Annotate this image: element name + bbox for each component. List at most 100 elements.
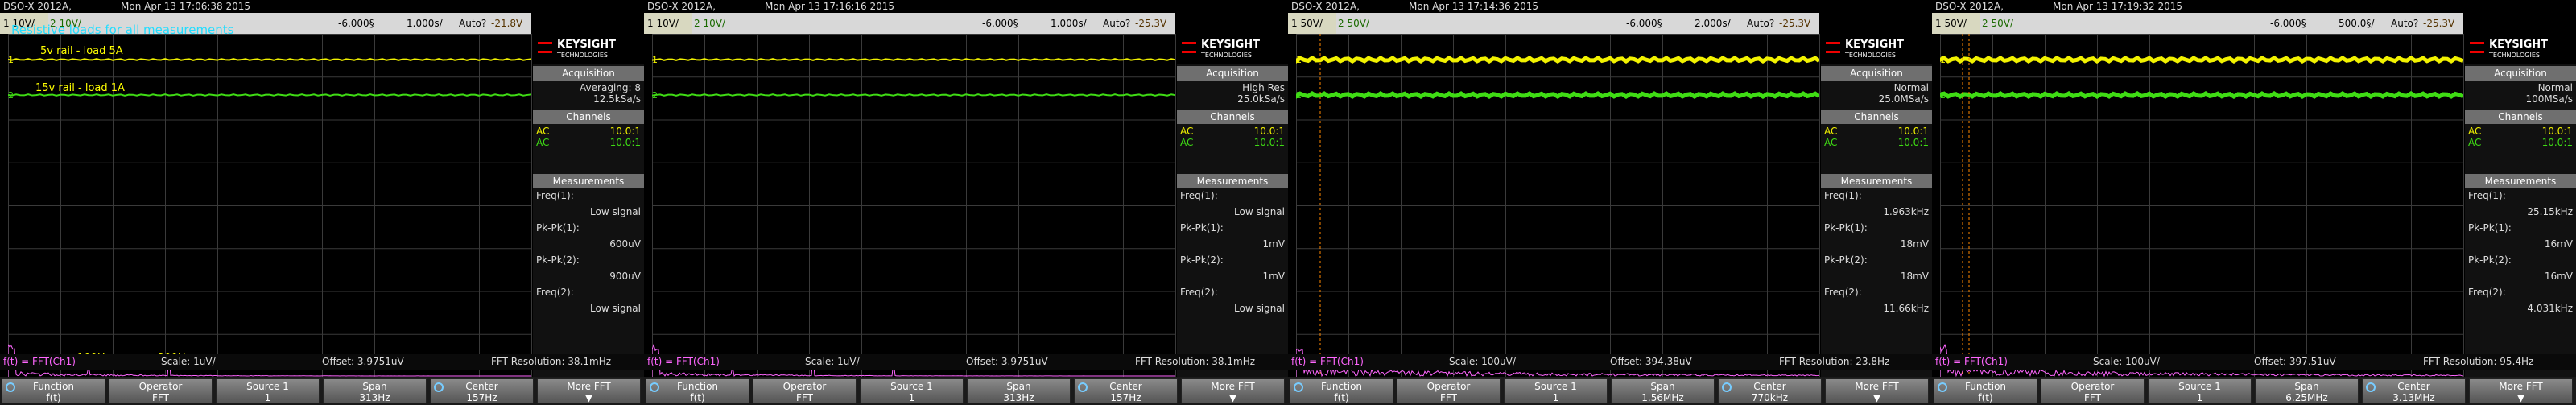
ch1-scale[interactable]: 1 50V/ (1291, 18, 1323, 29)
trigger-level[interactable]: -25.3V (1779, 18, 1810, 29)
time-scale[interactable]: 2.000s/ (1695, 18, 1731, 29)
measurement-row: 1mV (1180, 271, 1285, 282)
softkey-button[interactable]: Source 11 (216, 378, 320, 403)
softkey-button[interactable]: Span 1.56MHz (1611, 378, 1715, 403)
softkey-button[interactable]: Source 11 (860, 378, 964, 403)
model-label: DSO-X 2012A, (3, 1, 72, 12)
softkey-button[interactable]: Operator FFT (753, 378, 857, 403)
ch1-marker[interactable]: 1 (1296, 55, 1302, 65)
softkey-button[interactable]: Center 3.13MHz (2362, 378, 2466, 403)
ch1-marker[interactable]: 1 (8, 55, 14, 65)
channel-row: AC 10.0:1 (2468, 137, 2573, 148)
scope-panel: DSO-X 2012A, Mon Apr 13 17:19:32 2015 1 50… (1932, 0, 2576, 405)
time-scale[interactable]: 1.000s/ (1051, 18, 1087, 29)
brand-name: KEYSIGHT (1201, 39, 1260, 51)
measurement-row: Pk-Pk(1): (1180, 222, 1285, 233)
probe-ratio: 10.0:1 (2542, 126, 2573, 137)
softkey-button[interactable]: Function f(t) (1290, 378, 1393, 403)
measurement-value: Low signal (590, 303, 641, 314)
measurement-row: Pk-Pk(2): (536, 254, 641, 266)
ch2-scale[interactable]: 2 50V/ (1982, 18, 2013, 29)
measurement-row: 18mV (1824, 271, 1929, 282)
channel-row: AC 10.0:1 (536, 137, 641, 148)
trigger-mode[interactable]: Auto? (2391, 18, 2418, 29)
softkey-button[interactable]: Operator FFT (2041, 378, 2145, 403)
time-offset[interactable]: -6.000§ (2270, 18, 2306, 29)
brand-name: KEYSIGHT (2489, 39, 2548, 51)
softkey-button[interactable]: Function f(t) (1934, 378, 2037, 403)
softkey-button[interactable]: Source 11 (2148, 378, 2252, 403)
softkey-button[interactable]: More FFT ▼ (1181, 378, 1285, 403)
time-scale[interactable]: 1.000s/ (407, 18, 443, 29)
softkey-button[interactable]: Function f(t) (2, 378, 105, 403)
status-header: DSO-X 2012A, Mon Apr 13 17:14:36 2015 (1288, 0, 1932, 13)
channels-header: Channels (2465, 110, 2576, 124)
acq-mode: High Res (1242, 82, 1285, 93)
measurement-value: 4.031kHz (2527, 303, 2573, 314)
softkey-button[interactable]: Span 6.25MHz (2255, 378, 2359, 403)
keysight-logo-icon (538, 42, 552, 53)
sample-rate: 12.5kSa/s (593, 93, 641, 105)
softkey-button[interactable]: More FFT ▼ (2469, 378, 2573, 403)
softkey-title: More FFT (2470, 381, 2572, 392)
softkey-button[interactable]: Operator FFT (1397, 378, 1501, 403)
measurement-row: Freq(1): (536, 190, 641, 201)
softkey-button[interactable]: More FFT ▼ (537, 378, 641, 403)
measurement-value: 18mV (1901, 271, 1929, 282)
trigger-level[interactable]: -25.3V (2423, 18, 2454, 29)
ch1-marker[interactable]: 1 (652, 55, 658, 65)
ch2-marker[interactable]: 2 (1940, 90, 1946, 101)
softkey-button[interactable]: Span 313Hz (323, 378, 427, 403)
fft-resolution: FFT Resolution: 23.8Hz (1779, 356, 1889, 367)
time-offset[interactable]: -6.000§ (982, 18, 1018, 29)
softkey-button[interactable]: Source 11 (1504, 378, 1608, 403)
softkey-button[interactable]: Center 157Hz (1074, 378, 1178, 403)
measurement-label: Freq(2): (2468, 287, 2506, 298)
ch2-trace (1296, 93, 1819, 97)
keysight-logo: KEYSIGHT TECHNOLOGIES (533, 34, 644, 64)
measurement-row: Pk-Pk(1): (2468, 222, 2573, 233)
fft-offset: Offset: 397.51uV (2254, 356, 2336, 367)
measurements-header: Measurements (533, 174, 644, 188)
softkey-value: 1.56MHz (1612, 392, 1714, 403)
trigger-mode[interactable]: Auto? (459, 18, 486, 29)
measurement-row: 900uV (536, 271, 641, 282)
softkey-button[interactable]: Center 157Hz (430, 378, 534, 403)
measurement-label: Freq(1): (1824, 190, 1862, 201)
measurement-row: Freq(2): (2468, 287, 2573, 298)
trigger-level[interactable]: -25.3V (1135, 18, 1166, 29)
time-offset[interactable]: -6.000§ (1626, 18, 1662, 29)
ch2-marker[interactable]: 2 (1296, 90, 1302, 101)
softkey-button[interactable]: More FFT ▼ (1825, 378, 1929, 403)
time-offset[interactable]: -6.000§ (338, 18, 374, 29)
softkey-button[interactable]: Operator FFT (109, 378, 213, 403)
trigger-level[interactable]: -21.8V (491, 18, 522, 29)
fft-resolution: FFT Resolution: 38.1mHz (491, 356, 611, 367)
acq-mode: Averaging: 8 (580, 82, 641, 93)
softkey-button[interactable]: Span 313Hz (967, 378, 1071, 403)
time-scale[interactable]: 500.0§/ (2339, 18, 2374, 29)
measurement-value: 900uV (609, 271, 641, 282)
ch2-scale[interactable]: 2 50V/ (1338, 18, 1369, 29)
trigger-mode[interactable]: Auto? (1747, 18, 1774, 29)
softkey-button[interactable]: Function f(t) (646, 378, 749, 403)
fft-offset: Offset: 3.9751uV (966, 356, 1048, 367)
brand-name: KEYSIGHT (557, 39, 616, 51)
softkey-value: 1 (861, 392, 963, 403)
ch1-scale[interactable]: 1 10V/ (647, 18, 679, 29)
ch1-scale[interactable]: 1 50V/ (1935, 18, 1967, 29)
measurement-row: 16mV (2468, 238, 2573, 250)
ch2-scale[interactable]: 2 10V/ (694, 18, 725, 29)
softkey-value: f(t) (1934, 392, 2037, 403)
ch2-marker[interactable]: 2 (652, 90, 658, 101)
softkey-title: Operator (109, 381, 212, 392)
softkey-title: Source 1 (217, 381, 319, 392)
status-header: DSO-X 2012A, Mon Apr 13 17:16:16 2015 (644, 0, 1288, 13)
ch1-marker[interactable]: 1 (1940, 55, 1946, 65)
softkey-bar: Function f(t) Operator FFT Source 1 1 Span 313H… (644, 377, 1288, 405)
softkey-button[interactable]: Center 770kHz (1718, 378, 1822, 403)
trigger-mode[interactable]: Auto? (1103, 18, 1130, 29)
probe-ratio: 10.0:1 (1254, 137, 1285, 148)
ch2-marker[interactable]: 2 (8, 90, 14, 101)
fft-offset: Offset: 394.38uV (1610, 356, 1692, 367)
